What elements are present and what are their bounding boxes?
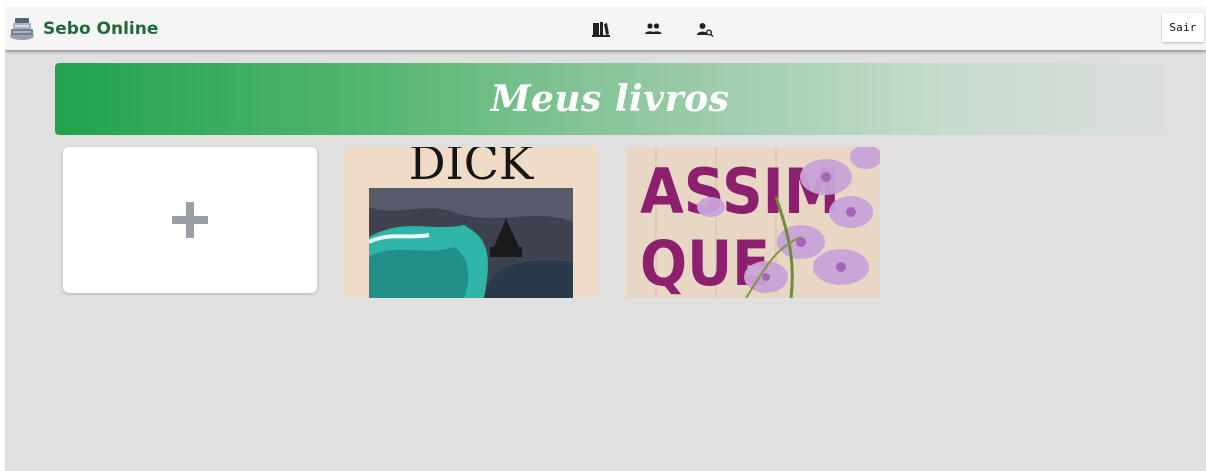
group-icon[interactable]: [644, 20, 662, 38]
books-logo-icon: [10, 18, 34, 40]
logout-button[interactable]: Sair: [1162, 13, 1204, 42]
user-search-icon[interactable]: [696, 20, 714, 38]
cover-title: DICK: [409, 147, 535, 190]
plus-icon: [172, 202, 208, 238]
brand-link[interactable]: Sebo Online: [9, 16, 158, 42]
books-icon[interactable]: [592, 20, 610, 38]
page-title: Meus livros: [490, 78, 730, 120]
app-root: Sebo Online Sair Meus livros DICK ASSIM …: [5, 7, 1206, 471]
page-banner: Meus livros: [55, 63, 1165, 135]
book-card[interactable]: DICK: [344, 147, 598, 298]
book-cover-image: DICK: [344, 147, 598, 298]
brand-name: Sebo Online: [43, 19, 159, 39]
book-cover-image: ASSIM QUE: [626, 147, 880, 298]
navbar: Sebo Online Sair: [5, 7, 1206, 50]
add-book-card[interactable]: [63, 147, 317, 293]
book-card[interactable]: ASSIM QUE: [626, 147, 880, 298]
